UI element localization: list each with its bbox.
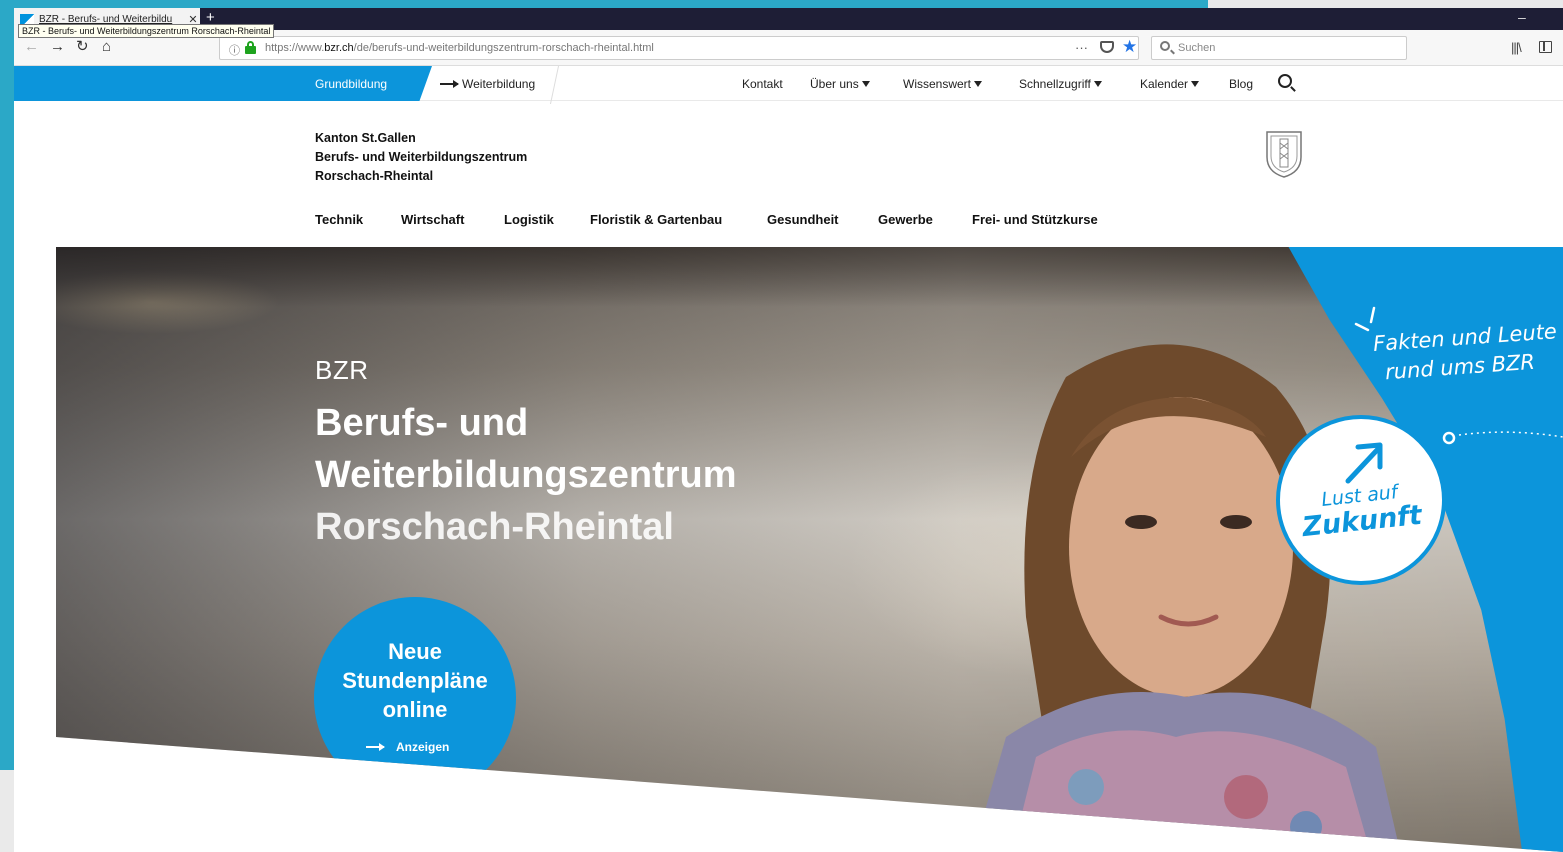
main-nav-floristik[interactable]: Floristik & Gartenbau	[590, 212, 722, 227]
lust-auf-zukunft-badge[interactable]: Lust auf Zukunft	[1276, 415, 1446, 585]
coat-of-arms-icon	[1266, 131, 1302, 178]
sidebar-icon[interactable]	[1539, 41, 1552, 53]
dropdown-arrow-icon	[1093, 81, 1102, 87]
desktop-background	[1208, 0, 1563, 8]
site-favicon-icon	[20, 14, 34, 24]
divider	[549, 66, 560, 104]
dropdown-arrow-icon	[1191, 81, 1200, 87]
search-input[interactable]: Suchen	[1151, 36, 1407, 60]
hero-portrait-image	[966, 344, 1406, 852]
meta-nav-blog[interactable]: Blog	[1229, 77, 1253, 91]
page-actions-menu[interactable]: ···	[1075, 40, 1088, 55]
minimize-button[interactable]: –	[1518, 9, 1526, 25]
dotted-line-decoration	[1442, 431, 1563, 445]
cta-anzeigen-link[interactable]: Anzeigen	[366, 740, 449, 754]
hero-kicker: BZR	[315, 355, 369, 385]
tab-title: BZR - Berufs- und Weiterbildu	[39, 13, 173, 25]
arrow-right-icon	[440, 80, 459, 88]
meta-nav-wissenswert[interactable]: Wissenswert	[903, 77, 983, 91]
library-icon[interactable]: |||\	[1511, 40, 1522, 55]
home-icon[interactable]: ⌂	[102, 39, 111, 55]
hero-banner: BZR Berufs- und Weiterbildungszentrum Ro…	[56, 247, 1563, 852]
pocket-icon[interactable]	[1100, 41, 1114, 53]
dropdown-arrow-icon	[974, 81, 983, 87]
stundenplaene-button[interactable]: Neue Stundenpläne online Anzeigen	[314, 597, 516, 799]
info-icon[interactable]: ⓘ	[229, 42, 240, 58]
star-icon[interactable]: ★	[1122, 37, 1137, 57]
brand-line: Berufs- und Weiterbildungszentrum	[315, 150, 528, 164]
main-nav-kurse[interactable]: Frei- und Stützkurse	[972, 212, 1098, 227]
meta-nav-ueber-uns[interactable]: Über uns	[810, 77, 870, 91]
address-bar[interactable]: ⓘ https://www.bzr.ch/de/berufs-und-weite…	[219, 36, 1139, 60]
lock-icon[interactable]	[245, 41, 256, 55]
main-nav-gesundheit[interactable]: Gesundheit	[767, 212, 839, 227]
dropdown-arrow-icon	[861, 81, 870, 87]
search-icon	[1160, 41, 1170, 51]
main-nav-technik[interactable]: Technik	[315, 212, 363, 227]
tab-tooltip: BZR - Berufs- und Weiterbildungszentrum …	[18, 24, 275, 38]
reload-icon[interactable]: ↻	[76, 39, 89, 55]
brand-line: Rorschach-Rheintal	[315, 169, 434, 183]
search-placeholder: Suchen	[1178, 42, 1216, 54]
main-nav-wirtschaft[interactable]: Wirtschaft	[401, 212, 464, 227]
desktop-background	[0, 770, 14, 852]
arrow-up-right-icon	[1345, 442, 1383, 484]
forward-icon[interactable]: →	[50, 39, 65, 55]
web-page: Grundbildung Weiterbildung Kontakt Über …	[14, 66, 1563, 852]
back-icon[interactable]: ←	[24, 39, 39, 55]
hero-title: Berufs- und Weiterbildungszentrum Rorsch…	[315, 402, 737, 548]
cta-label: Neue Stundenpläne online	[342, 639, 488, 722]
url-text[interactable]: https://www.bzr.ch/de/berufs-und-weiterb…	[265, 42, 654, 54]
meta-nav-kalender[interactable]: Kalender	[1140, 77, 1200, 91]
main-nav-gewerbe[interactable]: Gewerbe	[878, 212, 933, 227]
site-top-nav: Grundbildung Weiterbildung Kontakt Über …	[14, 66, 1563, 104]
browser-window: BZR - Berufs- und Weiterbildu ✕ + – BZR …	[14, 8, 1563, 852]
badge-text: Lust auf Zukunft	[1300, 481, 1424, 544]
site-brand[interactable]: Kanton St.Gallen Berufs- und Weiterbildu…	[315, 129, 527, 186]
main-nav-logistik[interactable]: Logistik	[504, 212, 554, 227]
tab-grundbildung[interactable]: Grundbildung	[315, 77, 387, 91]
site-search-icon[interactable]	[1278, 74, 1292, 88]
tab-weiterbildung[interactable]: Weiterbildung	[440, 77, 535, 91]
arrow-right-icon	[366, 743, 385, 751]
brand-line: Kanton St.Gallen	[315, 131, 416, 145]
meta-nav-schnellzugriff[interactable]: Schnellzugriff	[1019, 77, 1102, 91]
meta-nav-kontakt[interactable]: Kontakt	[742, 77, 783, 91]
